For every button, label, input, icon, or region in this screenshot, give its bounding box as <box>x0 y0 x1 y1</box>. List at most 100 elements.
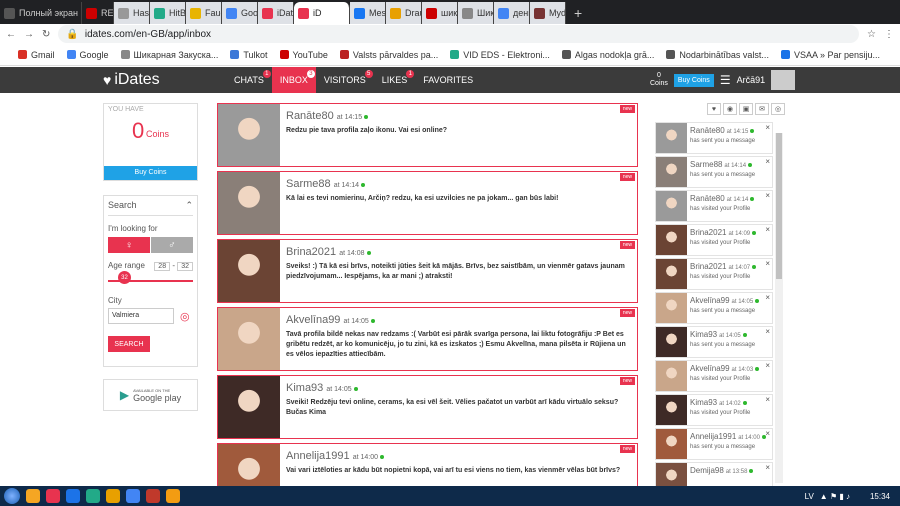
close-icon[interactable]: × <box>765 123 770 132</box>
activity-item[interactable]: Kima93 at 14:02 has visited your Profile × <box>655 394 773 426</box>
back-icon[interactable]: ← <box>6 29 16 40</box>
browser-tab[interactable]: шикар <box>422 2 458 24</box>
age-slider-knob[interactable]: 32 <box>118 271 131 284</box>
browser-tab[interactable]: Шика <box>458 2 494 24</box>
bookmark-item[interactable]: Google <box>66 50 109 60</box>
bookmark-item[interactable]: Gmail <box>18 50 55 60</box>
activity-photo[interactable] <box>656 361 687 391</box>
scrollbar-thumb[interactable] <box>776 133 782 279</box>
activity-item[interactable]: Kima93 at 14:05 has sent you a message × <box>655 326 773 358</box>
header-buy-coins-button[interactable]: Buy Coins <box>673 73 714 87</box>
message-sender-name[interactable]: Sarme88 <box>286 178 331 190</box>
app-icon[interactable] <box>106 489 120 503</box>
message-photo[interactable] <box>218 308 280 370</box>
activity-name[interactable]: Annelija1991 <box>690 432 736 441</box>
app-icon[interactable] <box>26 489 40 503</box>
app-icon[interactable] <box>166 489 180 503</box>
nav-visitors[interactable]: VISITORS 5 <box>316 67 374 93</box>
message-card[interactable]: Akvelīna99 at 14:05 Tavā profila bildē ne… <box>217 307 638 371</box>
activity-item[interactable]: Ranāte80 at 14:15 has sent you a message × <box>655 122 773 154</box>
browser-tab[interactable]: REC <box>82 2 114 24</box>
clock[interactable]: 15:34 <box>870 492 890 501</box>
browser-tab[interactable]: iD <box>294 2 350 24</box>
chrome-icon[interactable] <box>126 489 140 503</box>
gift-filter-icon[interactable]: ▣ <box>739 103 753 115</box>
message-sender-name[interactable]: Brina2021 <box>286 246 336 258</box>
browser-tab[interactable]: iDate <box>258 2 294 24</box>
app-icon[interactable] <box>146 489 160 503</box>
browser-tab[interactable]: Hash <box>114 2 150 24</box>
activity-name[interactable]: Akvelīna99 <box>690 296 730 305</box>
chat-filter-icon[interactable]: ✉ <box>755 103 769 115</box>
buy-coins-button[interactable]: Buy Coins <box>104 166 197 180</box>
message-photo[interactable] <box>218 104 280 166</box>
star-icon[interactable]: ☆ <box>867 29 876 40</box>
age-min-input[interactable]: 28 <box>154 262 171 271</box>
browser-tab[interactable]: HitBt <box>150 2 186 24</box>
close-icon[interactable]: × <box>765 225 770 234</box>
activity-name[interactable]: Brina2021 <box>690 228 726 237</box>
nav-inbox[interactable]: INBOX 3 <box>271 67 316 93</box>
activity-name[interactable]: Kima93 <box>690 330 717 339</box>
activity-name[interactable]: Brina2021 <box>690 262 726 271</box>
bookmark-item[interactable]: VSAA » Par pensiju... <box>780 50 880 60</box>
activity-name[interactable]: Akvelīna99 <box>690 364 730 373</box>
close-icon[interactable]: × <box>765 293 770 302</box>
activity-name[interactable]: Ranāte80 <box>690 126 725 135</box>
eye-filter-icon[interactable]: ◉ <box>723 103 737 115</box>
close-icon[interactable]: × <box>765 191 770 200</box>
activity-photo[interactable] <box>656 191 687 221</box>
bookmark-item[interactable]: Nodarbinātības valst... <box>666 50 769 60</box>
close-icon[interactable]: × <box>765 429 770 438</box>
browser-tab[interactable]: деньг <box>494 2 530 24</box>
extension-icon[interactable]: ⋮ <box>884 29 894 40</box>
language-indicator[interactable]: LV <box>805 492 814 501</box>
browser-tab[interactable]: Goog <box>222 2 258 24</box>
search-header[interactable]: Search ⌃ <box>108 200 193 216</box>
activity-photo[interactable] <box>656 293 687 323</box>
activity-photo[interactable] <box>656 157 687 187</box>
activity-photo[interactable] <box>656 327 687 357</box>
heart-filter-icon[interactable]: ♥ <box>707 103 721 115</box>
tray-icons[interactable]: ▲ ⚑ ▮ ♪ <box>820 492 850 501</box>
close-icon[interactable]: × <box>765 463 770 472</box>
menu-icon[interactable]: ☰ <box>720 73 731 87</box>
app-icon[interactable] <box>86 489 100 503</box>
browser-tab[interactable]: Mydo <box>530 2 566 24</box>
female-button[interactable]: ♀ <box>108 237 150 253</box>
activity-photo[interactable] <box>656 463 687 488</box>
bookmark-item[interactable]: Valsts pārvaldes pa... <box>339 50 438 60</box>
message-card[interactable]: Kima93 at 14:05 Sveiki! Redzēju tevi onli… <box>217 375 638 439</box>
forward-icon[interactable]: → <box>24 29 34 40</box>
app-icon[interactable] <box>46 489 60 503</box>
activity-name[interactable]: Sarme88 <box>690 160 722 169</box>
message-photo[interactable] <box>218 376 280 438</box>
activity-item[interactable]: Akvelīna99 at 14:05 has sent you a messag… <box>655 292 773 324</box>
activity-photo[interactable] <box>656 123 687 153</box>
activity-photo[interactable] <box>656 429 687 459</box>
close-icon[interactable]: × <box>765 157 770 166</box>
start-button[interactable] <box>4 488 20 504</box>
activity-item[interactable]: Brina2021 at 14:09 has visited your Profi… <box>655 224 773 256</box>
activity-item[interactable]: Demija98 at 13:58 × <box>655 462 773 488</box>
idates-logo[interactable]: ♥ iDates <box>103 71 160 89</box>
bookmark-item[interactable]: VID EDS - Elektroni... <box>450 50 550 60</box>
app-icon[interactable] <box>66 489 80 503</box>
google-play-badge[interactable]: ▶ AVAILABLE ON THE Google play <box>103 379 198 411</box>
search-button[interactable]: SEARCH <box>108 336 150 352</box>
activity-scrollbar[interactable] <box>775 133 783 483</box>
activity-photo[interactable] <box>656 259 687 289</box>
new-tab-button[interactable]: + <box>566 2 590 24</box>
browser-tab[interactable]: Fauce <box>186 2 222 24</box>
bookmark-item[interactable]: YouTube <box>279 50 328 60</box>
url-field[interactable]: 🔒 idates.com/en-GB/app/inbox <box>58 25 860 43</box>
close-icon[interactable]: × <box>765 259 770 268</box>
message-card[interactable]: Annelija1991 at 14:00 Vai vari iztēloties… <box>217 443 638 486</box>
bookmark-item[interactable]: Шикарная Закуска... <box>120 50 218 60</box>
activity-photo[interactable] <box>656 395 687 425</box>
nav-chats[interactable]: CHATS 1 <box>226 67 272 93</box>
browser-tab[interactable]: Draug <box>386 2 422 24</box>
bookmark-item[interactable]: Algas nodokļa grā... <box>561 50 654 60</box>
male-button[interactable]: ♂ <box>151 237 193 253</box>
close-icon[interactable]: × <box>765 361 770 370</box>
